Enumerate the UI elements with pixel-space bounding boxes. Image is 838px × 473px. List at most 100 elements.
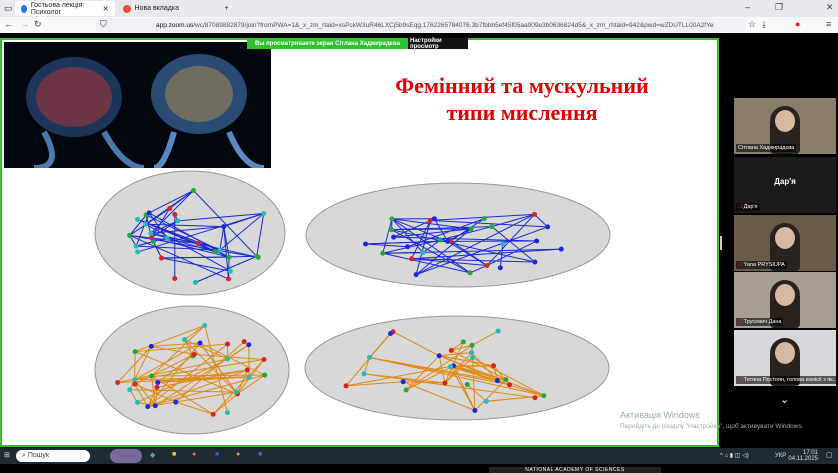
participant-name: 🎙̸ Трусевич Дана xyxy=(736,318,783,326)
network-node xyxy=(482,216,487,221)
network-node xyxy=(472,408,477,413)
participant-tile[interactable]: Дар'я🎙̸ Дар'я xyxy=(734,157,836,213)
network-node xyxy=(196,241,201,246)
network-node xyxy=(445,239,450,244)
network-node xyxy=(246,342,251,347)
network-node xyxy=(503,377,508,382)
network-node xyxy=(134,244,139,249)
new-tab-button[interactable]: + xyxy=(225,5,229,12)
network-node xyxy=(468,226,473,231)
network-node xyxy=(245,368,250,373)
word-icon[interactable]: ■ xyxy=(258,451,262,458)
network-node xyxy=(405,244,410,249)
network-node xyxy=(182,337,187,342)
network-node xyxy=(432,216,437,221)
network-node xyxy=(363,241,368,246)
network-node xyxy=(438,238,443,243)
bookmark-star-icon[interactable]: ☆ xyxy=(748,19,756,30)
network-node xyxy=(192,352,197,357)
network-node xyxy=(469,350,474,355)
shield-icon[interactable]: ⛉ xyxy=(100,19,107,30)
participant-tile[interactable]: 🎙̸ Тетяна Постоян, голова комісії з як..… xyxy=(734,330,836,386)
network-node xyxy=(367,355,372,360)
windows-start-icon[interactable]: ⊞ xyxy=(4,451,10,459)
zoom-favicon xyxy=(21,5,27,13)
participant-tile[interactable]: 🎙̸ Трусевич Дана xyxy=(734,272,836,328)
brain-network-diagrams xyxy=(2,40,721,449)
language-indicator[interactable]: УКР xyxy=(775,453,786,459)
tab-overview-icon[interactable]: ▭ xyxy=(4,3,13,14)
male-brain-top-view xyxy=(95,171,285,295)
file-explorer-icon[interactable]: ■ xyxy=(172,451,176,458)
participant-tile[interactable]: 🎙̸ Yana PRYSIUPA xyxy=(734,215,836,271)
network-node xyxy=(470,343,475,348)
network-node xyxy=(172,212,177,217)
network-node xyxy=(247,374,252,379)
network-edge xyxy=(135,352,136,380)
adblock-icon[interactable]: ● xyxy=(795,19,800,29)
participant-name: Сітлана Хаджирадєва xyxy=(736,144,796,152)
network-node xyxy=(498,265,503,270)
network-node xyxy=(198,341,203,346)
network-node xyxy=(164,235,169,240)
network-node xyxy=(147,210,152,215)
participant-name: 🎙̸ Тетяна Постоян, голова комісії з як..… xyxy=(736,376,836,384)
chevron-down-icon[interactable]: ⌄ xyxy=(780,393,789,406)
network-node xyxy=(226,276,231,281)
network-node xyxy=(389,227,394,232)
zoom-app-icon[interactable]: ■ xyxy=(215,451,219,458)
network-node xyxy=(132,377,137,382)
menu-icon[interactable]: ≡ xyxy=(826,19,831,29)
copilot-icon[interactable]: ◆ xyxy=(150,451,155,459)
address-toolbar: ← → ↻ app.zoom.us/wc/87089882879/join?fr… xyxy=(0,17,838,33)
restore-icon[interactable]: ❐ xyxy=(775,2,783,13)
network-node xyxy=(261,357,266,362)
reload-icon[interactable]: ↻ xyxy=(34,19,42,30)
close-window-icon[interactable]: ✕ xyxy=(826,2,834,13)
download-icon[interactable]: ⤓ xyxy=(762,19,766,30)
network-node xyxy=(153,403,158,408)
firefox-icon[interactable]: ● xyxy=(192,451,196,458)
network-node xyxy=(154,385,159,390)
participant-tile[interactable]: Сітлана Хаджирадєва xyxy=(734,98,836,154)
network-node xyxy=(545,224,550,229)
network-node xyxy=(484,263,489,268)
url-bar[interactable]: app.zoom.us/wc/87089882879/join?fromPWA=… xyxy=(96,18,746,32)
network-node xyxy=(389,216,394,221)
screen-share-banner: Вы просматриваете экран Сітлана Хаджирад… xyxy=(247,38,468,49)
network-node xyxy=(135,250,140,255)
network-node xyxy=(533,395,538,400)
panel-resize-handle[interactable] xyxy=(720,236,722,250)
view-settings-button[interactable]: Настройки просмотр xyxy=(408,38,468,49)
tab-zoom-lecture[interactable]: Гостьова лекція: Психолог✕ xyxy=(15,1,115,16)
chrome-icon[interactable]: ● xyxy=(236,451,240,458)
network-node xyxy=(489,224,494,229)
participant-face xyxy=(775,227,795,249)
network-node xyxy=(175,218,180,223)
credit-label: NATIONAL ACADEMY OF SCIENCES xyxy=(489,467,661,473)
network-node xyxy=(227,255,232,260)
notifications-icon[interactable]: ▢ xyxy=(826,451,833,459)
minimize-icon[interactable]: – xyxy=(745,2,750,12)
network-node xyxy=(132,382,137,387)
forward-icon[interactable]: → xyxy=(20,19,29,29)
back-icon[interactable]: ← xyxy=(4,19,13,29)
close-tab-icon[interactable]: ✕ xyxy=(103,5,109,13)
tab-new[interactable]: Нова вкладка xyxy=(117,1,217,16)
network-node xyxy=(344,383,349,388)
network-node xyxy=(401,379,406,384)
muted-mic-icon: 🎙̸ xyxy=(738,262,742,268)
network-node xyxy=(262,373,267,378)
network-node xyxy=(449,348,454,353)
network-node xyxy=(261,211,266,216)
tray-icons[interactable]: ^ ⌂ ▮ ◫ ◁) xyxy=(720,452,749,459)
network-node xyxy=(228,269,233,274)
network-node xyxy=(213,249,218,254)
network-node xyxy=(380,251,385,256)
clock[interactable]: 17:0104.11.2025 xyxy=(788,450,818,462)
network-node xyxy=(532,212,537,217)
network-node xyxy=(115,380,120,385)
taskbar-search[interactable]: ⌕ Пошук xyxy=(16,450,90,462)
network-node xyxy=(256,255,261,260)
network-node xyxy=(127,233,132,238)
